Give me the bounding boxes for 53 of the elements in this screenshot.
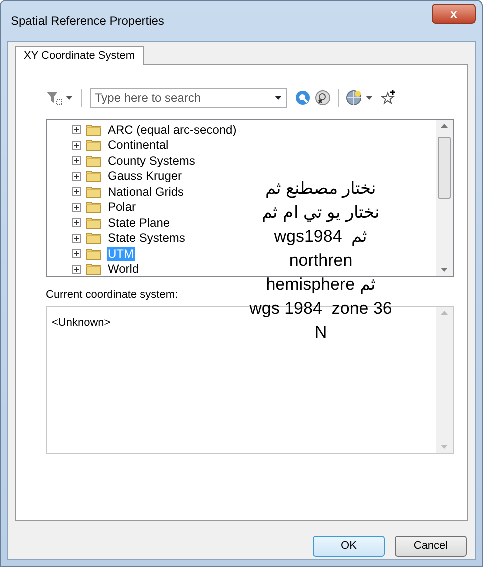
folder-icon <box>86 186 102 198</box>
folder-icon <box>86 124 102 136</box>
folder-icon <box>86 263 102 276</box>
annotation-text: northren <box>289 250 353 272</box>
current-system-text: <Unknown> <box>52 316 111 328</box>
tree-item[interactable]: World <box>107 262 140 276</box>
add-favorite-star-icon[interactable] <box>381 90 397 106</box>
tree-item[interactable]: State Systems <box>107 231 186 246</box>
dialog-button[interactable]: OK <box>313 536 385 557</box>
scroll-up-arrow-icon[interactable] <box>441 124 448 128</box>
folder-icon <box>86 139 102 152</box>
folder-icon <box>86 170 102 182</box>
tab[interactable]: XY Coordinate System <box>15 46 144 65</box>
tree-item[interactable]: National Grids <box>107 184 186 199</box>
expand-icon[interactable] <box>72 264 81 274</box>
window-title: Spatial Reference Properties <box>11 13 164 30</box>
folder-icon <box>86 154 102 167</box>
expand-icon[interactable] <box>72 202 81 212</box>
annotation-text: N <box>314 322 328 344</box>
dropdown-caret-icon[interactable] <box>366 96 373 100</box>
tree-item[interactable]: County Systems <box>107 154 196 168</box>
dialog-button[interactable]: Cancel <box>395 536 467 557</box>
expand-icon[interactable] <box>72 218 81 228</box>
expand-icon[interactable] <box>72 187 81 196</box>
dropdown-caret-icon[interactable] <box>66 96 73 100</box>
dropdown-caret-icon[interactable] <box>275 96 282 100</box>
expand-icon[interactable] <box>72 125 81 134</box>
expand-icon[interactable] <box>72 156 81 166</box>
tree-item[interactable]: Continental <box>107 138 170 152</box>
folder-icon <box>86 216 102 229</box>
search-input[interactable]: Type here to search <box>95 89 275 107</box>
folder-icon <box>86 201 102 214</box>
clear-search-icon[interactable] <box>315 90 331 106</box>
expand-icon[interactable] <box>72 249 81 258</box>
tree-item[interactable]: State Plane <box>107 216 172 230</box>
tree-item[interactable]: ARC (equal arc-second) <box>107 122 238 137</box>
tree-item[interactable]: Gauss Kruger <box>107 169 184 184</box>
annotation-text: ثم hemisphere <box>266 274 376 296</box>
scroll-down-arrow-icon[interactable] <box>441 268 448 272</box>
search-combo-box[interactable]: Type here to search <box>90 88 287 108</box>
annotation-text: نختار يو تي ام ثم <box>262 202 380 224</box>
expand-icon[interactable] <box>72 172 81 181</box>
annotation-text: wgs 1984 zone 36 <box>250 298 392 320</box>
annotation-text: نختار مصطنع ثم <box>265 178 377 200</box>
folder-icon <box>86 232 102 244</box>
scrollbar[interactable] <box>436 120 453 276</box>
tree-item[interactable]: Polar <box>107 200 138 214</box>
filter-icon[interactable] <box>46 91 62 105</box>
annotation-text: ثم wgs1984 <box>274 226 368 248</box>
folder-icon <box>86 248 102 260</box>
expand-icon[interactable] <box>72 140 81 150</box>
globe-icon[interactable] <box>346 90 362 106</box>
expand-icon[interactable] <box>72 234 81 243</box>
